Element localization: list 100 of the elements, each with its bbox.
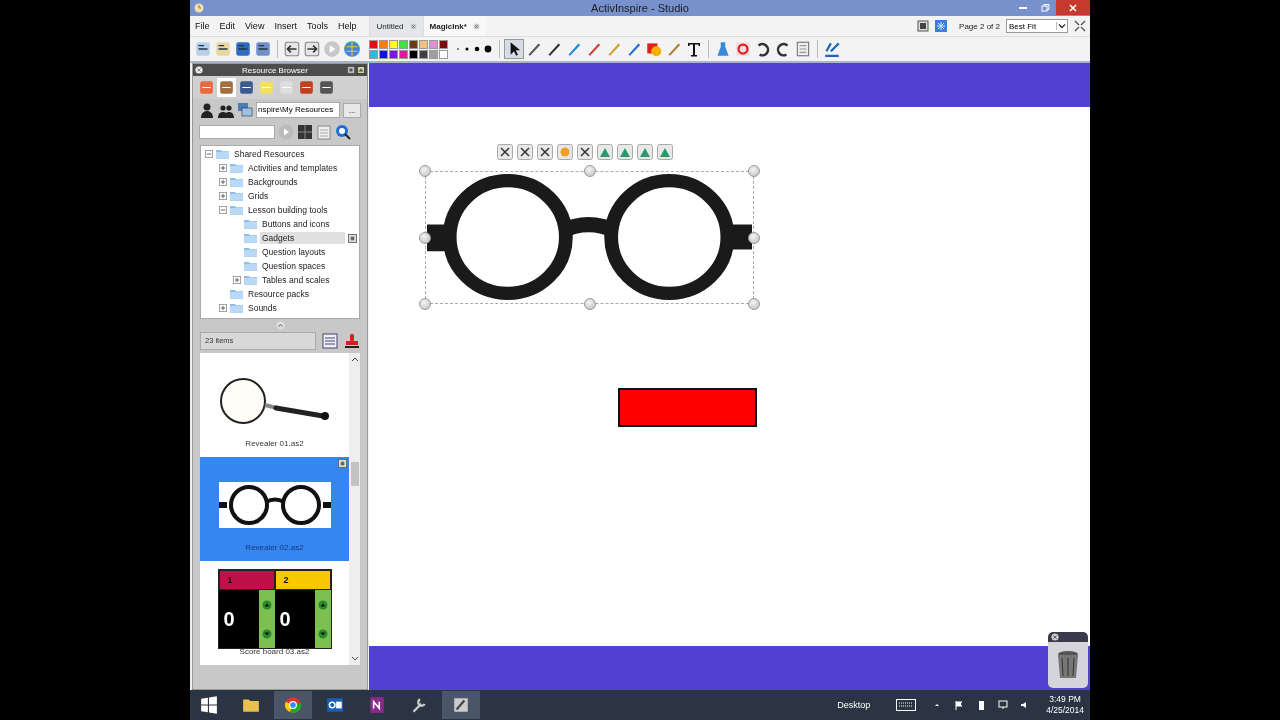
tree-item[interactable]: Shared Resources <box>232 148 307 160</box>
expand-icon[interactable] <box>219 178 227 186</box>
color-swatch[interactable] <box>439 39 448 49</box>
stamp-icon[interactable] <box>344 333 360 349</box>
color-swatch[interactable] <box>409 49 418 59</box>
color-swatch[interactable] <box>399 39 408 49</box>
trash-widget[interactable] <box>1048 632 1088 688</box>
menu-item[interactable]: Edit <box>214 21 241 31</box>
group-icon[interactable] <box>218 102 234 118</box>
resize-handle[interactable] <box>419 298 431 310</box>
scroll-up-icon[interactable] <box>350 356 359 362</box>
tree-item[interactable]: Question spaces <box>260 260 328 272</box>
color-swatch[interactable] <box>379 49 388 59</box>
tree-item[interactable]: Resource packs <box>246 288 311 300</box>
document-tab[interactable]: MagicInk* <box>422 16 486 36</box>
pin-icon[interactable] <box>347 66 355 74</box>
color-swatch[interactable] <box>429 49 438 59</box>
close-icon[interactable] <box>472 22 480 30</box>
resize-handle[interactable] <box>748 298 760 310</box>
color-swatch[interactable] <box>409 39 418 49</box>
tree-item[interactable]: Question layouts <box>260 246 328 258</box>
color-swatch[interactable] <box>429 39 438 49</box>
pen-width-icon[interactable] <box>454 43 494 55</box>
resize-handle[interactable] <box>583 298 596 310</box>
close-icon <box>1068 2 1078 13</box>
clock-date[interactable]: 4/25/2014 <box>1046 705 1084 716</box>
resource-item[interactable]: Revealer 01.as2 <box>200 353 349 457</box>
menu-item[interactable]: Help <box>332 21 362 31</box>
computer-icon[interactable] <box>237 102 253 118</box>
flag-icon[interactable] <box>954 700 965 710</box>
page-indicator: Page 2 of 2 <box>959 21 1000 31</box>
path-field[interactable]: nspire\My Resources <box>256 102 340 118</box>
menu-icon[interactable] <box>348 233 357 243</box>
clock-time[interactable]: 3:49 PM <box>1049 694 1081 705</box>
battery-icon[interactable] <box>976 700 987 710</box>
tree-item[interactable]: Sounds <box>246 302 279 314</box>
tree-item[interactable]: Buttons and icons <box>260 218 332 230</box>
menu-item[interactable]: View <box>240 21 270 31</box>
snowflake-icon[interactable] <box>935 20 948 32</box>
resource-item[interactable]: 1 0 2 0 Score board 03.as2 <box>200 561 349 665</box>
page-view-icon[interactable] <box>917 20 930 32</box>
browse-button[interactable]: ... <box>343 102 361 118</box>
tree-item[interactable]: Grids <box>246 190 271 202</box>
flask-icon[interactable] <box>714 40 732 58</box>
browser-icon[interactable] <box>274 691 312 719</box>
search-field[interactable] <box>199 125 275 139</box>
rectangle-shape[interactable] <box>618 388 757 427</box>
search-icon[interactable] <box>335 124 351 140</box>
tree-item[interactable]: Activities and templates <box>246 162 340 174</box>
collapse-icon[interactable] <box>205 150 213 158</box>
close-icon[interactable] <box>195 66 203 74</box>
color-swatch[interactable] <box>369 39 378 49</box>
color-swatch[interactable] <box>419 39 428 49</box>
color-swatch[interactable] <box>389 49 398 59</box>
pen-tool-icon[interactable] <box>442 691 480 719</box>
menu-item[interactable]: File <box>190 21 215 31</box>
resize-handle[interactable] <box>748 165 760 177</box>
team-score: 0 <box>222 606 236 632</box>
dock-icon[interactable] <box>357 66 365 74</box>
pen-icon[interactable] <box>545 40 563 58</box>
color-swatch[interactable] <box>369 49 378 59</box>
collapse-arrow-icon[interactable] <box>275 321 285 330</box>
expand-icon[interactable] <box>233 276 241 284</box>
menu-item[interactable]: Insert <box>269 21 302 31</box>
close-button[interactable] <box>1056 0 1090 15</box>
color-swatch[interactable] <box>389 39 398 49</box>
color-swatch[interactable] <box>399 49 408 59</box>
list-view-icon[interactable] <box>322 333 338 349</box>
clipboard-icon[interactable] <box>316 124 332 140</box>
keyboard-icon[interactable] <box>896 699 917 711</box>
clipboard-icon[interactable] <box>794 40 812 58</box>
color-swatch[interactable] <box>419 49 428 59</box>
tree-item[interactable]: Lesson building tools <box>246 204 330 216</box>
shape-icon[interactable] <box>645 40 663 58</box>
person-icon[interactable] <box>199 102 215 118</box>
menu-icon[interactable] <box>338 459 347 468</box>
scrollbar-thumb[interactable] <box>350 462 359 486</box>
tree-item[interactable]: Backgrounds <box>246 176 300 188</box>
color-swatch[interactable] <box>439 49 448 59</box>
text-tool-icon[interactable] <box>685 41 703 57</box>
grid-icon[interactable] <box>297 124 313 140</box>
tree-item[interactable]: Tables and scales <box>260 274 332 286</box>
fullscreen-icon[interactable] <box>1074 20 1086 32</box>
desktop-toolbar-label[interactable]: Desktop <box>837 700 871 710</box>
network-icon[interactable] <box>998 700 1009 710</box>
menu-item[interactable]: Tools <box>301 21 333 31</box>
resize-handle[interactable] <box>419 165 431 177</box>
color-swatch[interactable] <box>379 39 388 49</box>
globe-icon[interactable] <box>343 40 361 58</box>
tree-item[interactable]: Gadgets <box>260 232 345 244</box>
collapse-icon[interactable] <box>219 206 227 214</box>
document-tab[interactable]: Untitled <box>369 16 423 36</box>
close-icon[interactable] <box>1051 633 1059 641</box>
zoom-select[interactable]: Best Fit <box>1006 19 1068 33</box>
scroll-down-icon[interactable] <box>350 656 359 662</box>
resize-handle[interactable] <box>583 165 596 177</box>
expand-icon[interactable] <box>219 304 227 312</box>
pointer-icon[interactable] <box>505 40 523 58</box>
expand-icon[interactable] <box>219 164 227 172</box>
expand-icon[interactable] <box>219 192 227 200</box>
